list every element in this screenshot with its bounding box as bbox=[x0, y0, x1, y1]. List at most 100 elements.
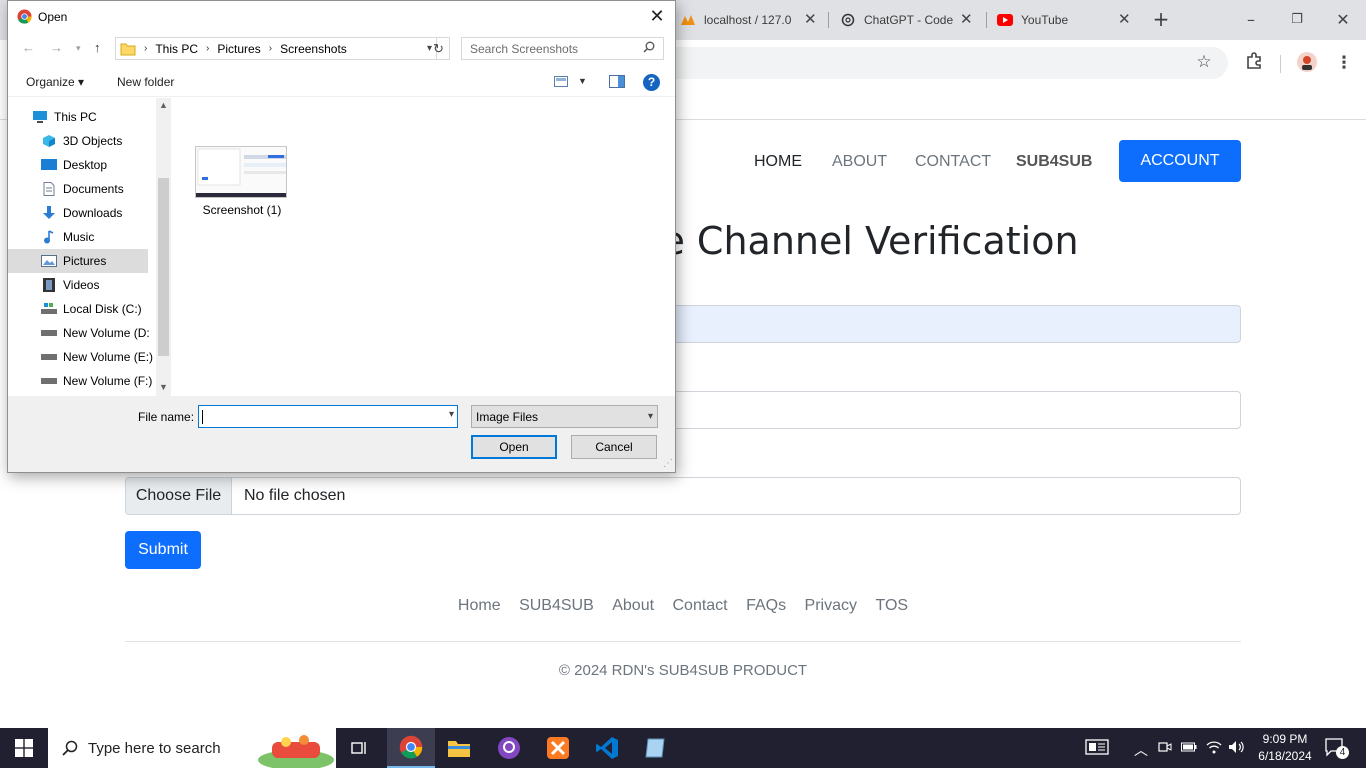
tab-phpmyadmin[interactable]: localhost / 127.0 ✕ bbox=[680, 6, 820, 34]
close-window-button[interactable]: ✕ bbox=[1320, 6, 1366, 34]
refresh-icon[interactable]: ↻ bbox=[428, 37, 450, 60]
system-clock[interactable]: 9:09 PM 6/18/2024 bbox=[1250, 731, 1320, 765]
taskbar-file-explorer[interactable] bbox=[435, 728, 483, 768]
news-widget-icon[interactable] bbox=[1085, 739, 1109, 758]
folder-icon bbox=[448, 741, 470, 757]
footer-link-about[interactable]: About bbox=[612, 597, 654, 614]
tree-item-new-volume-d[interactable]: New Volume (D: bbox=[8, 321, 150, 345]
nav-about[interactable]: ABOUT bbox=[832, 153, 887, 171]
tree-item-downloads[interactable]: Downloads bbox=[8, 201, 148, 225]
wifi-icon[interactable] bbox=[1206, 740, 1222, 757]
file-type-select[interactable]: Image Files ▾ bbox=[471, 405, 658, 428]
nav-home[interactable]: HOME bbox=[754, 153, 802, 171]
up-arrow-icon[interactable]: ↑ bbox=[94, 40, 101, 55]
footer-link-privacy[interactable]: Privacy bbox=[805, 597, 857, 614]
tree-label: Local Disk (C:) bbox=[63, 302, 142, 316]
youtube-icon bbox=[997, 12, 1013, 28]
pictures-icon bbox=[41, 254, 57, 268]
resize-grip-icon[interactable]: ⋰ bbox=[663, 458, 673, 469]
volume-icon[interactable] bbox=[1228, 740, 1246, 757]
tree-item-local-disk-c[interactable]: Local Disk (C:) bbox=[8, 297, 148, 321]
organize-button[interactable]: Organize ▾ bbox=[26, 75, 84, 89]
file-name-input[interactable]: ▾ bbox=[198, 405, 458, 428]
footer-link-faqs[interactable]: FAQs bbox=[746, 597, 786, 614]
tab-close-icon[interactable]: ✕ bbox=[960, 10, 973, 28]
minimize-button[interactable]: – bbox=[1228, 6, 1274, 34]
restore-button[interactable]: ❐ bbox=[1274, 6, 1320, 34]
desktop-icon bbox=[41, 158, 57, 172]
taskbar-xampp[interactable] bbox=[534, 728, 582, 768]
search-placeholder: Search Screenshots bbox=[470, 41, 579, 56]
tree-label: New Volume (D: bbox=[63, 326, 150, 340]
tree-item-pictures[interactable]: Pictures bbox=[8, 249, 148, 273]
help-icon[interactable]: ? bbox=[643, 74, 660, 91]
new-folder-button[interactable]: New folder bbox=[117, 75, 174, 89]
pc-icon bbox=[32, 110, 48, 124]
taskbar-search-box[interactable]: Type here to search bbox=[48, 728, 336, 768]
dialog-close-icon[interactable]: ✕ bbox=[644, 5, 670, 29]
back-arrow-icon[interactable]: ← bbox=[22, 40, 35, 55]
dialog-titlebar[interactable]: Open ✕ bbox=[8, 1, 675, 32]
breadcrumb-screenshots[interactable]: Screenshots bbox=[280, 42, 347, 56]
footer-link-contact[interactable]: Contact bbox=[672, 597, 727, 614]
phpmyadmin-icon bbox=[680, 12, 696, 28]
chevron-down-icon[interactable]: ▼ bbox=[578, 76, 587, 86]
tab-youtube[interactable]: YouTube ✕ bbox=[997, 6, 1137, 34]
vscode-icon bbox=[596, 737, 618, 759]
chevron-up-icon[interactable]: ︿ bbox=[1134, 740, 1148, 760]
dialog-title: Open bbox=[38, 10, 68, 24]
browser-menu-icon[interactable]: ⋮ bbox=[1333, 52, 1355, 74]
profile-avatar[interactable] bbox=[1296, 51, 1318, 73]
forward-arrow-icon[interactable]: → bbox=[50, 40, 63, 55]
nav-sub4sub[interactable]: SUB4SUB bbox=[1016, 153, 1092, 171]
task-view-button[interactable] bbox=[336, 728, 384, 768]
footer-link-sub4sub[interactable]: SUB4SUB bbox=[519, 597, 594, 614]
taskbar-vscode[interactable] bbox=[583, 728, 631, 768]
tab-close-icon[interactable]: ✕ bbox=[804, 10, 817, 28]
footer-link-home[interactable]: Home bbox=[458, 597, 501, 614]
choose-file-button[interactable]: Choose File bbox=[126, 478, 232, 514]
account-button[interactable]: ACCOUNT bbox=[1119, 140, 1241, 182]
tree-item-new-volume-f[interactable]: New Volume (F:) bbox=[8, 369, 152, 393]
tab-chatgpt[interactable]: ChatGPT - Code ✕ bbox=[840, 6, 980, 34]
footer-link-tos[interactable]: TOS bbox=[875, 597, 908, 614]
submit-button[interactable]: Submit bbox=[125, 531, 201, 569]
taskbar-notepad-app[interactable] bbox=[631, 728, 679, 768]
taskbar-chrome[interactable] bbox=[387, 728, 435, 768]
battery-icon[interactable] bbox=[1181, 740, 1197, 756]
meet-now-icon[interactable] bbox=[1158, 740, 1172, 757]
dialog-search-input[interactable]: Search Screenshots bbox=[461, 37, 664, 60]
new-tab-button[interactable]: + bbox=[1150, 8, 1172, 30]
tree-item-videos[interactable]: Videos bbox=[8, 273, 148, 297]
cancel-button[interactable]: Cancel bbox=[571, 435, 657, 459]
scrollbar-thumb[interactable] bbox=[158, 178, 169, 356]
scroll-up-icon[interactable]: ▲ bbox=[156, 100, 171, 110]
tree-item-documents[interactable]: Documents bbox=[8, 177, 148, 201]
search-highlight-icon bbox=[256, 730, 336, 768]
tree-item-new-volume-e[interactable]: New Volume (E:) bbox=[8, 345, 153, 369]
preview-pane-icon[interactable] bbox=[609, 75, 625, 91]
tree-item-this-pc[interactable]: This PC bbox=[8, 105, 148, 129]
nav-contact[interactable]: CONTACT bbox=[915, 153, 991, 171]
tree-item-desktop[interactable]: Desktop bbox=[8, 153, 148, 177]
open-button[interactable]: Open bbox=[471, 435, 557, 459]
tab-close-icon[interactable]: ✕ bbox=[1118, 10, 1131, 28]
view-options-icon[interactable] bbox=[554, 76, 568, 90]
address-bar[interactable] bbox=[660, 47, 1228, 79]
taskbar-github-desktop[interactable] bbox=[485, 728, 533, 768]
bookmark-star-icon[interactable]: ☆ bbox=[1193, 51, 1215, 73]
tree-item-music[interactable]: Music bbox=[8, 225, 148, 249]
tree-item-3d-objects[interactable]: 3D Objects bbox=[8, 129, 148, 153]
recent-locations-icon[interactable]: ▾ bbox=[76, 43, 81, 54]
extensions-icon[interactable] bbox=[1243, 52, 1265, 74]
screenshot-file-input[interactable]: Choose File No file chosen bbox=[125, 477, 1241, 515]
breadcrumb-this-pc[interactable]: This PC bbox=[155, 42, 198, 56]
navigation-scrollbar[interactable]: ▲ ▼ bbox=[156, 98, 171, 396]
breadcrumb-pictures[interactable]: Pictures bbox=[217, 42, 260, 56]
scroll-down-icon[interactable]: ▼ bbox=[156, 382, 171, 392]
file-name-label[interactable]: Screenshot (1) bbox=[187, 203, 297, 217]
chevron-down-icon[interactable]: ▾ bbox=[449, 409, 454, 420]
dialog-address-bar[interactable]: › This PC › Pictures › Screenshots ▾ bbox=[115, 37, 437, 60]
screenshot-thumbnail[interactable] bbox=[195, 146, 287, 198]
start-button[interactable] bbox=[0, 728, 48, 768]
